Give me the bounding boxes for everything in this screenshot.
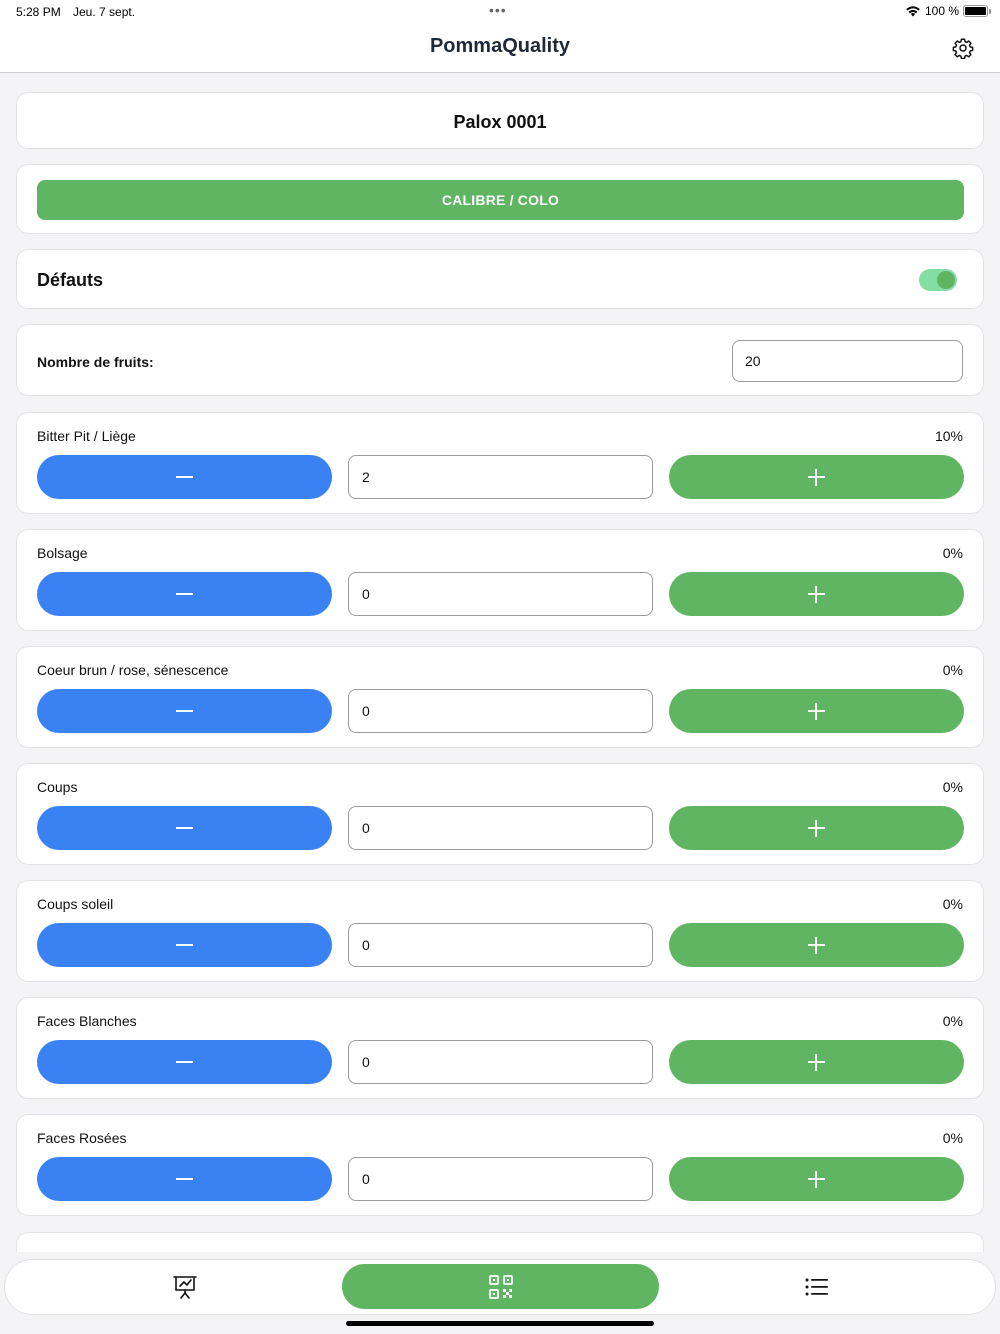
increment-button[interactable] (669, 923, 964, 967)
decrement-button[interactable] (37, 455, 332, 499)
bottom-tab-bar (4, 1259, 996, 1315)
defect-name: Coups (37, 779, 78, 795)
calibre-card: CALIBRE / COLO (16, 164, 984, 234)
defauts-toggle[interactable] (919, 269, 957, 291)
defect-count-input[interactable]: 0 (348, 1157, 653, 1201)
defect-count-input[interactable]: 0 (348, 923, 653, 967)
defect-row: Coups soleil 0% 0 (16, 880, 984, 982)
defect-row: Coeur brun / rose, sénescence 0% 0 (16, 646, 984, 748)
decrement-button[interactable] (37, 1157, 332, 1201)
decrement-button[interactable] (37, 1040, 332, 1084)
battery-icon (963, 5, 991, 17)
calibre-colo-button[interactable]: CALIBRE / COLO (37, 180, 964, 220)
increment-button[interactable] (669, 806, 964, 850)
decrement-button[interactable] (37, 923, 332, 967)
defect-name: Faces Rosées (37, 1130, 127, 1146)
defect-name: Coups soleil (37, 896, 114, 912)
defect-count-input[interactable]: 2 (348, 455, 653, 499)
tab-qr-scan[interactable] (342, 1264, 659, 1309)
defect-row: Bitter Pit / Liège 10% 2 (16, 412, 984, 514)
defect-count-input[interactable]: 0 (348, 806, 653, 850)
defect-percent: 0% (942, 1013, 963, 1029)
defect-percent: 0% (942, 545, 963, 561)
next-defect-row-peek (16, 1232, 984, 1252)
increment-button[interactable] (669, 572, 964, 616)
fruit-count-card: Nombre de fruits: 20 (16, 324, 984, 396)
defauts-label: Défauts (37, 270, 104, 290)
defect-row: Coups 0% 0 (16, 763, 984, 865)
decrement-button[interactable] (37, 689, 332, 733)
defect-percent: 0% (942, 779, 963, 795)
fruit-count-label: Nombre de fruits: (37, 354, 154, 370)
status-bar: 5:28 PM Jeu. 7 sept. ••• 100 % (0, 0, 1000, 24)
increment-button[interactable] (669, 689, 964, 733)
defect-percent: 0% (942, 1130, 963, 1146)
multitasking-dots[interactable]: ••• (489, 2, 507, 18)
defect-percent: 10% (934, 428, 963, 444)
defect-count-input[interactable]: 0 (348, 689, 653, 733)
palox-card: Palox 0001 (16, 92, 984, 149)
defect-name: Faces Blanches (37, 1013, 137, 1029)
status-time: 5:28 PM (16, 5, 61, 19)
defect-row: Bolsage 0% 0 (16, 529, 984, 631)
wifi-icon (906, 6, 920, 17)
fruit-count-input[interactable]: 20 (732, 340, 963, 382)
presentation-chart-icon (173, 1276, 197, 1299)
defect-row: Faces Rosées 0% 0 (16, 1114, 984, 1216)
status-date: Jeu. 7 sept. (73, 5, 136, 19)
defect-name: Bolsage (37, 545, 88, 561)
defect-percent: 0% (942, 896, 963, 912)
battery-percent: 100 % (924, 4, 959, 18)
qr-code-icon (488, 1274, 513, 1299)
defect-count-input[interactable]: 0 (348, 1040, 653, 1084)
toggle-knob (937, 271, 955, 289)
decrement-button[interactable] (37, 572, 332, 616)
increment-button[interactable] (669, 1040, 964, 1084)
home-indicator[interactable] (346, 1321, 654, 1326)
defect-count-input[interactable]: 0 (348, 572, 653, 616)
page-title: PommaQuality (429, 35, 571, 57)
gear-icon[interactable] (952, 37, 974, 59)
tab-list[interactable] (787, 1260, 847, 1314)
nav-bar: PommaQuality (0, 24, 1000, 73)
list-icon (805, 1278, 828, 1296)
increment-button[interactable] (669, 1157, 964, 1201)
increment-button[interactable] (669, 455, 964, 499)
defauts-card: Défauts (16, 249, 984, 309)
defect-percent: 0% (942, 662, 963, 678)
defect-name: Bitter Pit / Liège (37, 428, 136, 444)
tab-statistics[interactable] (155, 1260, 215, 1314)
defect-row: Faces Blanches 0% 0 (16, 997, 984, 1099)
palox-label: Palox 0001 (453, 112, 547, 132)
defect-name: Coeur brun / rose, sénescence (37, 662, 229, 678)
decrement-button[interactable] (37, 806, 332, 850)
